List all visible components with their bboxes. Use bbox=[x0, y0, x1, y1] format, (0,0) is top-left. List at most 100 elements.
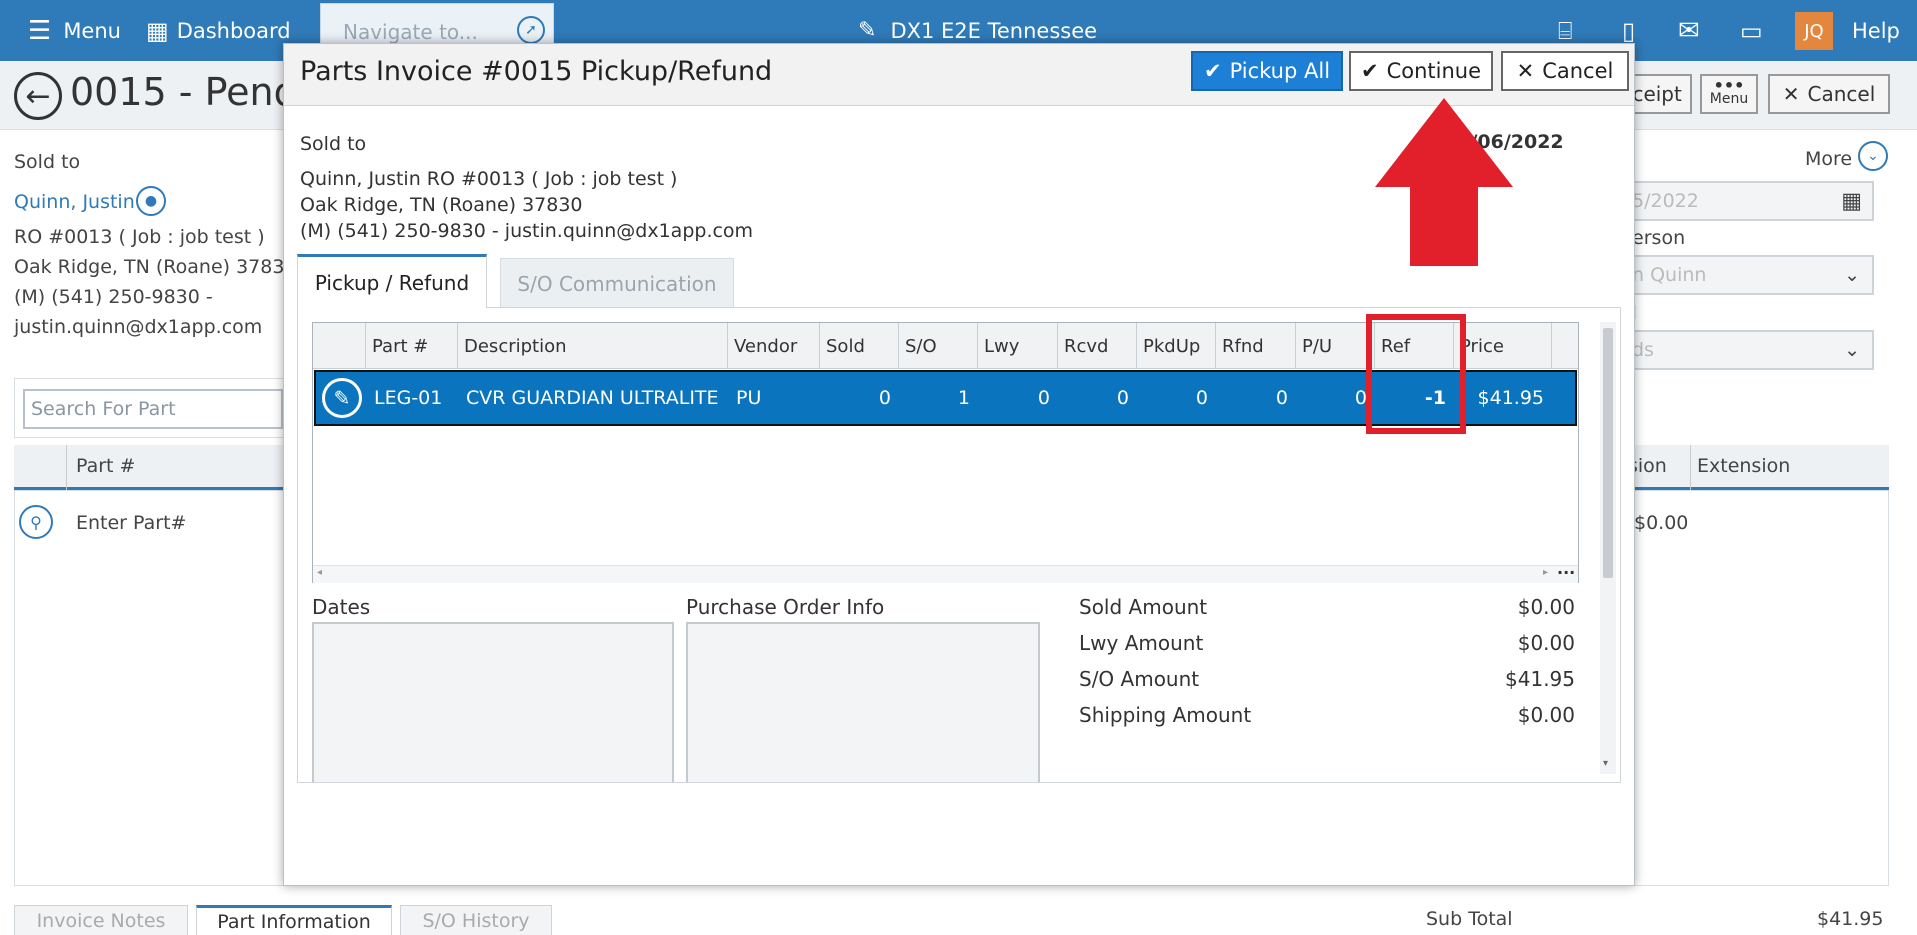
table-row[interactable]: ✎ LEG-01 CVR GUARDIAN ULTRALITE PU 0 1 0… bbox=[314, 370, 1577, 426]
col-lwy[interactable]: Lwy bbox=[977, 323, 1057, 369]
so-amount-value: $41.95 bbox=[1505, 667, 1575, 691]
col-spacer bbox=[1551, 323, 1578, 369]
col-pu[interactable]: P/U bbox=[1295, 323, 1374, 369]
tab-so-history[interactable]: S/O History bbox=[400, 905, 552, 935]
mail-icon[interactable]: ✉ bbox=[1678, 0, 1700, 61]
extension-header: Extension bbox=[1697, 455, 1791, 477]
pickup-all-label: Pickup All bbox=[1229, 59, 1331, 83]
tab-invoice-notes[interactable]: Invoice Notes bbox=[14, 905, 188, 935]
background-cancel-button[interactable]: ✕ Cancel bbox=[1768, 74, 1890, 114]
po-box bbox=[686, 622, 1040, 782]
col-sold[interactable]: Sold bbox=[819, 323, 898, 369]
store-name: DX1 E2E Tennessee bbox=[890, 18, 1098, 43]
chevron-down-icon: ⌄ bbox=[1844, 264, 1860, 286]
close-icon: ✕ bbox=[1516, 59, 1535, 83]
dialog-cancel-button[interactable]: ✕ Cancel bbox=[1501, 51, 1629, 91]
cell-sold: 0 bbox=[878, 387, 891, 409]
horizontal-scrollbar[interactable]: ◂ ▸ ··· bbox=[313, 563, 1578, 583]
email-line: justin.quinn@dx1app.com bbox=[14, 316, 263, 338]
chevron-down-icon[interactable]: ⌄ bbox=[1858, 141, 1888, 171]
salesperson-select[interactable]: n Quinn ⌄ bbox=[1620, 255, 1874, 295]
pickup-refund-dialog: Parts Invoice #0015 Pickup/Refund ✔ Pick… bbox=[283, 43, 1635, 886]
ro-line: RO #0013 ( Job : job test ) bbox=[14, 226, 265, 248]
dialog-customer-line: Quinn, Justin RO #0013 ( Job : job test … bbox=[300, 168, 678, 190]
enter-part-label[interactable]: Enter Part# bbox=[76, 512, 186, 534]
scroll-right-icon[interactable]: ▸ bbox=[1543, 567, 1548, 578]
check-icon: ✔ bbox=[1360, 59, 1379, 83]
so-amount-label: S/O Amount bbox=[1079, 667, 1200, 691]
search-part-input[interactable]: Search For Part bbox=[23, 389, 283, 429]
pickup-all-button[interactable]: ✔ Pickup All bbox=[1191, 51, 1343, 91]
part-header: Part # bbox=[76, 455, 136, 477]
dialog-cancel-label: Cancel bbox=[1542, 59, 1614, 83]
scroll-left-icon[interactable]: ◂ bbox=[317, 567, 322, 578]
dialog-title: Parts Invoice #0015 Pickup/Refund bbox=[300, 56, 773, 87]
scroll-down-icon[interactable]: ▾ bbox=[1603, 758, 1608, 769]
dashboard-button[interactable]: ▦ Dashboard bbox=[146, 0, 291, 61]
cell-ref[interactable]: -1 bbox=[1377, 372, 1456, 424]
dialog-address-line: Oak Ridge, TN (Roane) 37830 bbox=[300, 194, 583, 216]
extension-value: $0.00 bbox=[1634, 512, 1689, 534]
cell-vendor: PU bbox=[736, 387, 762, 409]
continue-button[interactable]: ✔ Continue bbox=[1349, 51, 1493, 91]
dashboard-grid-icon: ▦ bbox=[146, 16, 169, 45]
avatar[interactable]: JQ bbox=[1795, 12, 1833, 50]
compass-icon: ➚ bbox=[517, 16, 545, 44]
menu-button[interactable]: ☰ Menu bbox=[28, 0, 121, 61]
lwy-amount-label: Lwy Amount bbox=[1079, 631, 1204, 655]
tab-so-communication[interactable]: S/O Communication bbox=[500, 258, 734, 308]
subtotal-label: Sub Total bbox=[1426, 908, 1513, 930]
back-arrow-icon[interactable]: ← bbox=[14, 72, 62, 120]
tab-part-information[interactable]: Part Information bbox=[196, 905, 392, 935]
field3-select[interactable]: ds ⌄ bbox=[1620, 330, 1874, 370]
col-pkdup[interactable]: PkdUp bbox=[1136, 323, 1215, 369]
cell-pu: 0 bbox=[1354, 387, 1367, 409]
address-line: Oak Ridge, TN (Roane) 37830 bbox=[14, 256, 297, 278]
cell-price: $41.95 bbox=[1477, 387, 1544, 409]
salesperson-value: n Quinn bbox=[1632, 264, 1707, 286]
dialog-contact-line: (M) (541) 250-9830 - justin.quinn@dx1app… bbox=[300, 220, 754, 242]
cell-lwy: 0 bbox=[1037, 387, 1050, 409]
more-label[interactable]: More bbox=[1805, 148, 1852, 170]
cell-description: CVR GUARDIAN ULTRALITE bbox=[466, 387, 719, 409]
sold-to-label: Sold to bbox=[14, 151, 81, 173]
hamburger-icon: ☰ bbox=[28, 15, 52, 46]
help-link[interactable]: Help bbox=[1852, 0, 1900, 61]
dialog-date: 07/06/2022 bbox=[1444, 131, 1564, 153]
col-part[interactable]: Part # bbox=[365, 323, 457, 369]
pencil-icon: ✎ bbox=[858, 18, 877, 43]
subtotal-value: $41.95 bbox=[1817, 908, 1884, 930]
cell-rfnd: 0 bbox=[1275, 387, 1288, 409]
col-vendor[interactable]: Vendor bbox=[727, 323, 819, 369]
date-value: 5/2022 bbox=[1632, 190, 1699, 212]
date-field[interactable]: 5/2022 ▦ bbox=[1620, 181, 1874, 221]
edit-pencil-icon[interactable]: ✎ bbox=[322, 378, 362, 418]
magnifier-icon[interactable]: ⚲ bbox=[19, 505, 53, 539]
sold-amount-value: $0.00 bbox=[1517, 595, 1575, 619]
page-title: 0015 - Pending bbox=[70, 70, 290, 114]
chat-icon[interactable]: ▭ bbox=[1740, 0, 1763, 61]
parts-grid: Part # Description Vendor Sold S/O Lwy R… bbox=[312, 322, 1579, 583]
shipping-amount-label: Shipping Amount bbox=[1079, 703, 1252, 727]
col-rcvd[interactable]: Rcvd bbox=[1057, 323, 1136, 369]
pickup-refund-panel: Part # Description Vendor Sold S/O Lwy R… bbox=[297, 307, 1621, 783]
scroll-thumb[interactable] bbox=[1603, 328, 1613, 578]
chat-bubble-icon[interactable]: ● bbox=[136, 186, 166, 216]
customer-link[interactable]: Quinn, Justin bbox=[14, 191, 135, 213]
col-so[interactable]: S/O bbox=[898, 323, 977, 369]
col-description[interactable]: Description bbox=[457, 323, 727, 369]
col-rfnd[interactable]: Rfnd bbox=[1215, 323, 1295, 369]
menu-button-label: Menu bbox=[1709, 91, 1749, 107]
dates-box bbox=[312, 622, 674, 782]
po-label: Purchase Order Info bbox=[686, 595, 885, 619]
tab-pickup-refund[interactable]: Pickup / Refund bbox=[297, 254, 487, 308]
lwy-amount-value: $0.00 bbox=[1517, 631, 1575, 655]
col-ref[interactable]: Ref bbox=[1374, 323, 1453, 369]
dashboard-label: Dashboard bbox=[176, 18, 291, 43]
col-price[interactable]: Price bbox=[1453, 323, 1551, 369]
more-dots-icon[interactable]: ··· bbox=[1557, 563, 1575, 582]
parts-grid-header: Part # Description Vendor Sold S/O Lwy R… bbox=[313, 323, 1578, 369]
vertical-scrollbar[interactable]: ▾ bbox=[1600, 322, 1616, 774]
calendar-icon[interactable]: ▦ bbox=[1841, 189, 1862, 214]
more-menu-button[interactable]: ••• Menu bbox=[1700, 74, 1758, 114]
